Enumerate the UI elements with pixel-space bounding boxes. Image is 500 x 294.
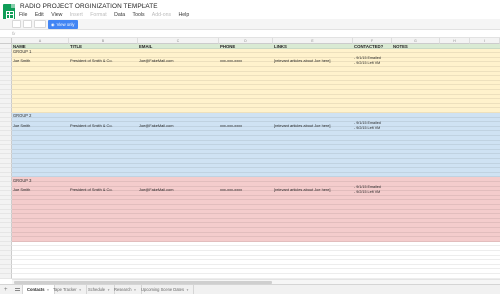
sheet-tab-label: Tape Tracker bbox=[53, 287, 77, 292]
sheet-tab-label: Research bbox=[114, 287, 132, 292]
menu-insert: Insert bbox=[69, 12, 83, 18]
print-button[interactable] bbox=[12, 20, 21, 28]
chevron-down-icon[interactable]: ▼ bbox=[186, 288, 189, 292]
menu-add-ons: Add-ons bbox=[151, 12, 172, 18]
contact-name[interactable]: Joe Smith bbox=[13, 123, 30, 128]
header-contacted: CONTACTED? bbox=[354, 44, 384, 50]
menu-data[interactable]: Data bbox=[114, 12, 125, 18]
table-row[interactable] bbox=[12, 274, 500, 279]
header-links: LINKS bbox=[274, 44, 287, 50]
contact-email[interactable]: Joe@FakeMail.com bbox=[139, 123, 173, 128]
contact-name[interactable]: Joe Smith bbox=[13, 187, 30, 192]
contact-phone[interactable]: xxx-xxx-xxxx bbox=[220, 58, 242, 63]
sheet-tab-tape-tracker[interactable]: Tape Tracker ▼ bbox=[49, 285, 87, 294]
row-number[interactable] bbox=[0, 274, 12, 279]
sheets-logo-icon[interactable] bbox=[3, 4, 15, 20]
chevron-down-icon[interactable]: ▼ bbox=[79, 288, 82, 292]
contacted-entry: - 9/2/15 Left VM bbox=[354, 125, 381, 130]
menu-bar: File Edit View Insert Format Data Tools … bbox=[19, 12, 195, 18]
header-phone: PHONE bbox=[220, 44, 236, 50]
add-sheet-icon[interactable]: + bbox=[4, 286, 8, 294]
view-only-button[interactable]: ◉ View only bbox=[48, 20, 78, 29]
folder-icon[interactable]: ▭ bbox=[141, 3, 147, 9]
sheet-tab-upcoming-scene-dates[interactable]: Upcoming Scene Dates ▼ bbox=[137, 285, 194, 294]
menu-file[interactable]: File bbox=[19, 12, 27, 18]
spreadsheet-grid[interactable]: A B C D E F G H I NAME TITLE EMAIL PHONE LINKS CONTACT… bbox=[0, 38, 500, 279]
contact-phone[interactable]: xxx-xxx-xxxx bbox=[220, 123, 242, 128]
contact-title[interactable]: President of Smith & Co. bbox=[70, 187, 113, 192]
group-label: GROUP 1 bbox=[13, 48, 32, 54]
menu-help[interactable]: Help bbox=[179, 12, 190, 18]
contact-links[interactable]: [relevant articles about Joe here] bbox=[274, 187, 330, 192]
group-label: GROUP 3 bbox=[13, 177, 32, 183]
all-sheets-icon[interactable] bbox=[14, 286, 22, 293]
contacted-entry: - 9/1/15 Emailed bbox=[354, 120, 381, 125]
contact-links[interactable]: [relevant articles about Joe here] bbox=[274, 123, 330, 128]
header-email: EMAIL bbox=[139, 44, 153, 50]
menu-format: Format bbox=[90, 12, 107, 18]
toolbar: ◉ View only bbox=[0, 19, 500, 30]
menu-view[interactable]: View bbox=[51, 12, 62, 18]
contact-name[interactable]: Joe Smith bbox=[13, 58, 30, 63]
formula-bar[interactable]: fx bbox=[0, 30, 500, 38]
contact-links[interactable]: [relevant articles about Joe here] bbox=[274, 58, 330, 63]
sheet-tab-bar: + Contacts ▼ Tape Tracker ▼ Schedule ▼ Researc… bbox=[0, 284, 500, 294]
sheet-tab-label: Upcoming Scene Dates bbox=[141, 287, 185, 292]
contacted-entry: - 9/2/15 Left VM bbox=[354, 61, 381, 66]
contact-phone[interactable]: xxx-xxx-xxxx bbox=[220, 187, 242, 192]
sheet-tab-label: Contacts bbox=[27, 287, 45, 292]
sheet-tab-label: Schedule bbox=[88, 287, 106, 292]
menu-edit[interactable]: Edit bbox=[35, 12, 44, 18]
header-title: TITLE bbox=[70, 44, 82, 50]
view-only-label: View only bbox=[56, 22, 75, 27]
fx-label: fx bbox=[12, 31, 16, 36]
filter-button[interactable] bbox=[23, 20, 32, 28]
menu-tools[interactable]: Tools bbox=[132, 12, 144, 18]
contact-title[interactable]: President of Smith & Co. bbox=[70, 58, 113, 63]
contact-title[interactable]: President of Smith & Co. bbox=[70, 123, 113, 128]
group-label: GROUP 2 bbox=[13, 113, 32, 119]
contact-email[interactable]: Joe@FakeMail.com bbox=[139, 187, 173, 192]
contact-contacted[interactable]: - 9/1/15 Emailed - 9/2/15 Left VM bbox=[354, 185, 381, 195]
zoom-button[interactable] bbox=[34, 20, 46, 28]
contact-contacted[interactable]: - 9/1/15 Emailed - 9/2/15 Left VM bbox=[354, 56, 381, 66]
contact-contacted[interactable]: - 9/1/15 Emailed - 9/2/15 Left VM bbox=[354, 121, 381, 131]
contacted-entry: - 9/2/15 Left VM bbox=[354, 190, 381, 194]
eye-icon: ◉ bbox=[51, 22, 55, 27]
star-icon[interactable]: ☆ bbox=[131, 3, 136, 9]
contact-email[interactable]: Joe@FakeMail.com bbox=[139, 58, 173, 63]
header-notes: NOTES bbox=[393, 44, 408, 50]
